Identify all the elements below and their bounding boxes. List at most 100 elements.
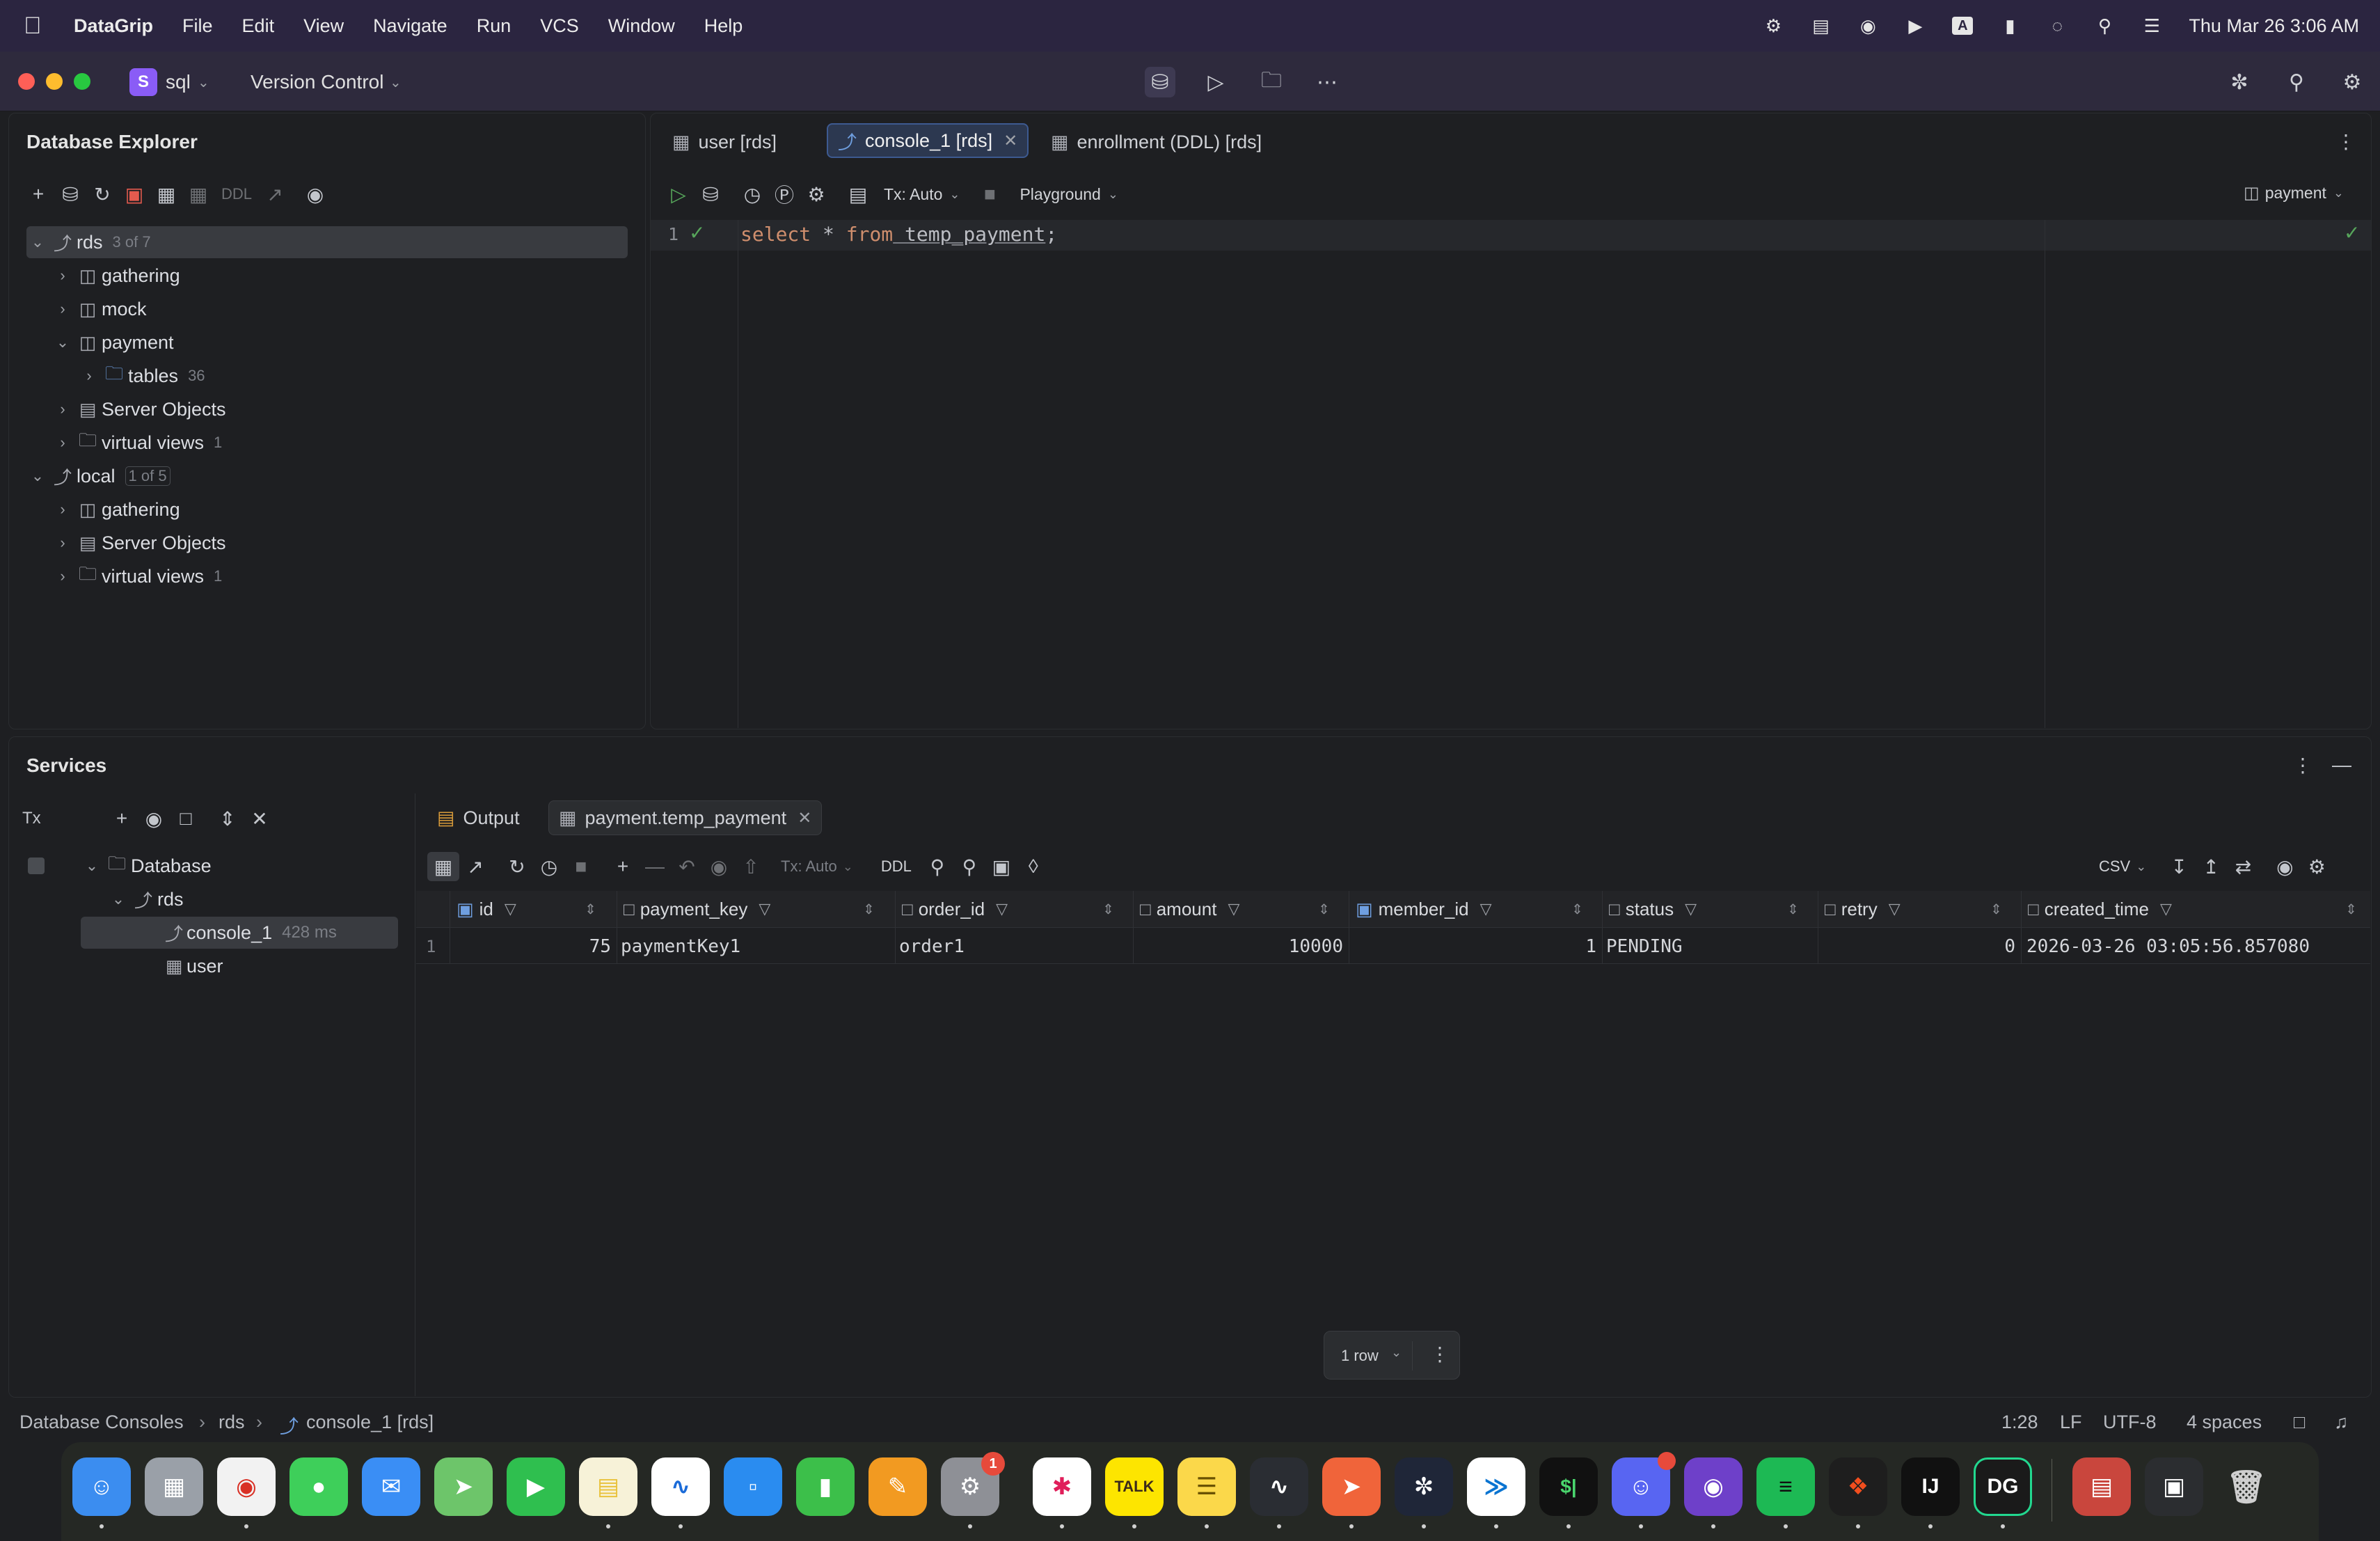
close-tab-icon[interactable]: ✕ <box>1003 131 1017 151</box>
filter-icon[interactable]: ▽ <box>1889 900 1901 918</box>
filter-icon[interactable]: ▽ <box>759 900 770 918</box>
services-node-console-1[interactable]: ⤴ console_1 428 ms <box>81 917 398 949</box>
filter-icon[interactable]: ▽ <box>2160 900 2172 918</box>
services-node-rds[interactable]: ⌄ ⤴ rds <box>107 883 184 915</box>
transpose-icon[interactable]: ⇄ <box>2227 852 2259 881</box>
output-layout-icon[interactable]: ▤ <box>842 180 874 209</box>
sort-icon[interactable]: ⇕ <box>1787 895 1799 923</box>
revert-icon[interactable]: ↶ <box>671 852 703 881</box>
filter-clear-icon[interactable]: ◊ <box>1017 852 1049 881</box>
chevron-down-icon[interactable]: ⌄ <box>843 860 853 874</box>
column-header-member-id[interactable]: ▣ member_id ▽ <box>1356 895 1492 923</box>
preview-changes-icon[interactable]: ◉ <box>703 852 735 881</box>
close-tab-icon[interactable]: ✕ <box>798 808 811 828</box>
chevron-right-icon[interactable]: › <box>51 267 74 285</box>
finder-icon[interactable]: ☺ <box>72 1457 131 1516</box>
delete-row-icon[interactable]: — <box>639 852 671 881</box>
mail-icon[interactable]: ✉ <box>362 1457 420 1516</box>
intellij-icon[interactable]: IJ <box>1901 1457 1960 1516</box>
maps-icon[interactable]: ➤ <box>434 1457 493 1516</box>
chevron-down-icon[interactable]: ⌄ <box>107 890 129 908</box>
export-format-dropdown[interactable]: CSV <box>2099 858 2130 876</box>
services-node-user[interactable]: ▦ user <box>161 950 223 982</box>
inspection-ok-icon[interactable]: ✓ <box>2344 221 2360 244</box>
expand-all-icon[interactable]: ⇕ <box>212 804 244 833</box>
column-header-retry[interactable]: □ retry ▽ <box>1825 895 1901 923</box>
refresh-icon[interactable]: ↻ <box>86 180 118 209</box>
chevron-right-icon[interactable]: › <box>51 534 74 552</box>
services-node-database[interactable]: ⌄ 🗀 Database <box>81 850 212 882</box>
breadcrumb-database-consoles[interactable]: Database Consoles <box>19 1412 184 1433</box>
playground-dropdown[interactable]: Playground <box>1020 185 1100 204</box>
submit-icon[interactable]: ⇧ <box>735 852 767 881</box>
tree-node-server-objects[interactable]: › ▤ Server Objects <box>51 393 225 425</box>
tree-node-gathering-local[interactable]: › ◫ gathering <box>51 493 180 525</box>
tree-node-payment[interactable]: ⌄ ◫ payment <box>51 326 174 358</box>
tab-output[interactable]: ▤ Output <box>427 800 530 835</box>
cell-retry[interactable]: 0 <box>1818 933 2015 961</box>
kakaotalk-icon[interactable]: TALK <box>1105 1457 1164 1516</box>
sql-code-line[interactable]: select * from temp_payment; <box>740 223 1057 246</box>
notes-icon[interactable]: ▤ <box>579 1457 637 1516</box>
stop-session-icon[interactable] <box>28 858 45 874</box>
apple-icon[interactable]:  <box>24 13 60 40</box>
notifications-bell-icon[interactable]: ♫ <box>2334 1412 2348 1433</box>
project-badge[interactable]: S <box>129 68 157 96</box>
column-header-order-id[interactable]: □ order_id ▽ <box>902 895 1008 923</box>
chatgpt-icon[interactable]: ✼ <box>1395 1457 1453 1516</box>
jump-to-icon[interactable]: ↗ <box>259 180 291 209</box>
ddl-button[interactable]: DDL <box>214 180 259 209</box>
tree-node-rds[interactable]: ⌄ ⤴ rds 3 of 7 <box>26 226 628 258</box>
download-icon[interactable]: ↧ <box>2163 852 2195 881</box>
freeform-icon[interactable]: ∿ <box>651 1457 710 1516</box>
add-icon[interactable]: + <box>106 804 138 833</box>
schema-selector[interactable]: ◫ payment ⌄ <box>2244 183 2344 203</box>
wifi-icon[interactable]: ◌ <box>2047 15 2068 36</box>
more-vertical-icon[interactable]: ⋮ <box>2287 750 2319 780</box>
filter-icon[interactable]: ▽ <box>1228 900 1239 918</box>
cell-amount[interactable]: 10000 <box>1133 933 1343 961</box>
slack-icon[interactable]: ✱ <box>1033 1457 1091 1516</box>
chevron-right-icon[interactable]: › <box>51 500 74 519</box>
sort-icon[interactable]: ⇕ <box>1990 895 2002 923</box>
column-header-status[interactable]: □ status ▽ <box>1609 895 1697 923</box>
table-icon[interactable]: ▦ <box>182 180 214 209</box>
cell-created-time[interactable]: 2026-03-26 03:05:56.857080 <box>2026 933 2310 961</box>
column-header-created-time[interactable]: □ created_time ▽ <box>2028 895 2172 923</box>
tree-node-local[interactable]: ⌄ ⤴ local 1 of 5 <box>26 460 170 492</box>
system-settings-icon[interactable]: ⚙ 1 <box>941 1452 1005 1516</box>
table-view-icon[interactable]: ▦ <box>427 852 459 881</box>
menu-run[interactable]: Run <box>477 15 511 37</box>
chrome-icon[interactable]: ◉ <box>217 1457 276 1516</box>
discord-icon[interactable]: ☺ <box>1612 1452 1676 1516</box>
menu-file[interactable]: File <box>182 15 213 37</box>
menu-edit[interactable]: Edit <box>242 15 275 37</box>
menu-vcs[interactable]: VCS <box>540 15 579 37</box>
minimize-panel-icon[interactable]: — <box>2326 750 2358 780</box>
breadcrumb-console[interactable]: console_1 [rds] <box>306 1412 434 1433</box>
settings-gear-icon[interactable]: ⚙ <box>2337 67 2367 97</box>
upload-icon[interactable]: ↥ <box>2195 852 2227 881</box>
ddl-button[interactable]: DDL <box>881 858 912 876</box>
sort-icon[interactable]: ⇕ <box>2345 895 2357 923</box>
pin-icon[interactable]: Ⓟ <box>768 180 800 209</box>
indent-settings[interactable]: 4 spaces <box>2187 1412 2262 1433</box>
column-header-amount[interactable]: □ amount ▽ <box>1140 895 1239 923</box>
chat-status-icon[interactable]: ◉ <box>1857 15 1878 36</box>
tab-payment-temp-payment[interactable]: ▦ payment.temp_payment ✕ <box>548 800 823 835</box>
github-icon[interactable]: ◉ <box>1684 1457 1743 1516</box>
figma-status-icon[interactable]: ⚙ <box>1763 15 1784 36</box>
chevron-down-icon[interactable]: ⌄ <box>949 187 960 202</box>
query-console-icon[interactable]: ▦ <box>150 180 182 209</box>
filter-icon[interactable]: ▽ <box>996 900 1008 918</box>
services-run-icon[interactable]: ▷ <box>1200 67 1231 97</box>
ai-assistant-icon[interactable]: ✼ <box>2224 67 2255 97</box>
spotlight-search-icon[interactable]: ⚲ <box>2094 15 2115 36</box>
window-thumbnail-icon[interactable]: ▣ <box>2145 1457 2203 1516</box>
chevron-down-icon[interactable]: ⌄ <box>51 333 74 351</box>
column-header-id[interactable]: ▣ id ▽ <box>457 895 516 923</box>
more-vertical-icon[interactable]: ⋮ <box>1430 1343 1450 1366</box>
sort-icon[interactable]: ⇕ <box>1571 895 1583 923</box>
tx-mode-dropdown[interactable]: Tx: Auto <box>884 185 942 204</box>
messages-icon[interactable]: ● <box>289 1457 348 1516</box>
